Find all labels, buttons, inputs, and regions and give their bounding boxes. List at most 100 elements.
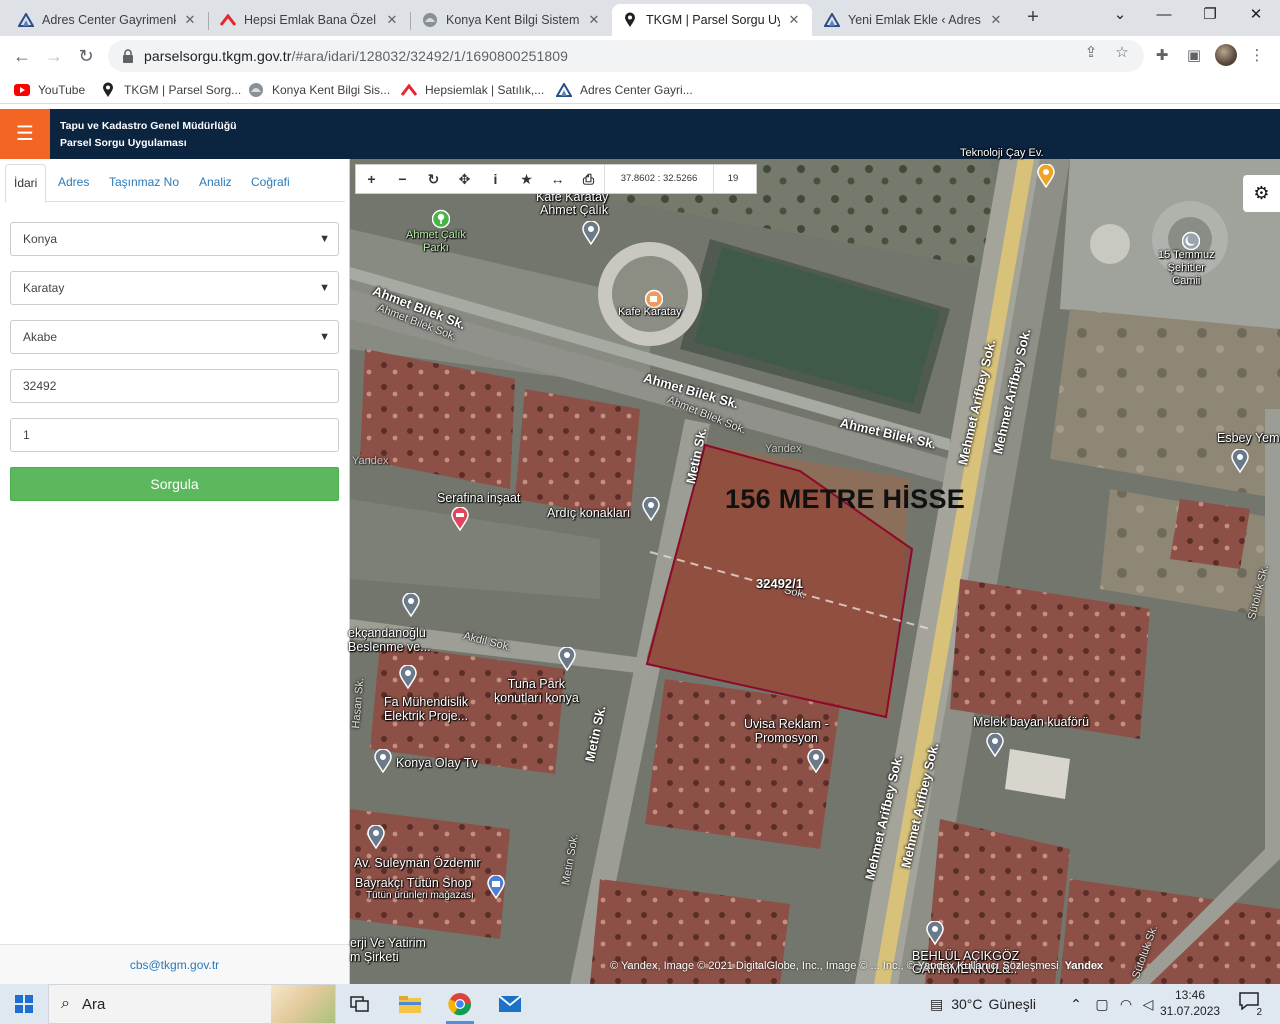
tab-idari[interactable]: İdari <box>5 164 47 203</box>
sorgula-button[interactable]: Sorgula <box>10 467 339 501</box>
parsel-input[interactable]: 1 <box>10 418 339 452</box>
windows-start-icon[interactable] <box>0 984 48 1024</box>
parcel-annotation: 156 METRE HİSSE <box>725 484 966 514</box>
map-label: Bayrakçı Tütün Shop <box>355 876 472 890</box>
task-view-icon[interactable] <box>336 984 384 1024</box>
tab-cografi[interactable]: Coğrafi <box>243 164 298 202</box>
refresh-icon[interactable]: ↻ <box>418 165 449 193</box>
browser-tab[interactable]: Hepsi Emlak Bana Özel ✕ <box>210 4 410 36</box>
browser-tab[interactable]: Adres Center Gayrimenkul ✕ <box>8 4 208 36</box>
location-pin-icon <box>100 82 116 98</box>
chevron-down-icon[interactable]: ⌄ <box>1098 0 1142 32</box>
new-tab-button[interactable]: + <box>1022 6 1044 28</box>
location-pin-icon[interactable] <box>926 921 944 945</box>
bookmark-adres-center[interactable]: Adres Center Gayri... <box>556 81 693 99</box>
zoom-out-button[interactable]: − <box>387 165 418 193</box>
browser-tab[interactable]: Yeni Emlak Ekle ‹ Adres Ce ✕ <box>814 4 1014 36</box>
file-explorer-icon[interactable] <box>386 984 434 1024</box>
location-pin-icon[interactable] <box>402 593 420 617</box>
measure-icon[interactable]: ↔ <box>542 165 573 193</box>
map-label: Melek bayan kuaförü <box>973 715 1090 729</box>
restore-button[interactable]: ❐ <box>1188 0 1232 32</box>
map-label: Konya Olay Tv <box>396 756 478 770</box>
address-bar[interactable]: parselsorgu.tkgm.gov.tr/#ara/idari/12803… <box>108 40 1144 72</box>
shop-pin-icon[interactable] <box>487 875 505 899</box>
bookmark-konya-kbs[interactable]: Konya Kent Bilgi Sis... <box>248 81 390 99</box>
star-icon[interactable]: ☆ <box>1113 44 1131 62</box>
reload-button[interactable]: ↻ <box>74 44 98 68</box>
weather-widget[interactable]: ▤ 30°C Güneşli <box>930 984 1036 1024</box>
bookmark-youtube[interactable]: YouTube <box>14 81 85 99</box>
tab-tasinmaz-no[interactable]: Taşınmaz No <box>101 164 187 202</box>
bookmark-tkgm[interactable]: TKGM | Parsel Sorg... <box>100 81 241 99</box>
location-pin-icon[interactable] <box>642 497 660 521</box>
mail-icon[interactable] <box>486 984 534 1024</box>
tab-adres[interactable]: Adres <box>50 164 97 202</box>
tab-analiz[interactable]: Analiz <box>191 164 240 202</box>
url-text: parselsorgu.tkgm.gov.tr/#ara/idari/12803… <box>144 48 569 64</box>
wifi-icon[interactable]: ◠ <box>1116 984 1136 1024</box>
browser-tab[interactable]: Konya Kent Bilgi Sistemi ✕ <box>412 4 612 36</box>
search-placeholder: Ara <box>81 995 106 1013</box>
avatar[interactable] <box>1215 44 1237 66</box>
bookmark-label: TKGM | Parsel Sorg... <box>124 83 242 97</box>
hamburger-menu-icon[interactable]: ☰ <box>0 109 50 159</box>
parcel-label: 32492/1 <box>756 576 803 591</box>
location-pin-icon[interactable] <box>399 665 417 689</box>
meet-now-icon[interactable]: ▢ <box>1092 984 1112 1024</box>
location-pin-icon[interactable] <box>807 749 825 773</box>
close-icon[interactable]: ✕ <box>786 12 802 28</box>
footer-email-link[interactable]: cbs@tkgm.gov.tr <box>0 944 349 984</box>
print-icon[interactable]: ⎙ <box>573 165 604 193</box>
close-icon[interactable]: ✕ <box>182 12 198 28</box>
bookmark-label: Hepsiemlak | Satılık,... <box>425 83 545 97</box>
location-pin-icon[interactable] <box>374 749 392 773</box>
il-select[interactable]: Konya ▼ <box>10 222 339 256</box>
hotel-pin-icon[interactable] <box>451 507 469 531</box>
mahalle-select[interactable]: Akabe ▼ <box>10 320 339 354</box>
browser-toolbar: ← → ↻ parselsorgu.tkgm.gov.tr/#ara/idari… <box>0 36 1280 76</box>
side-panel-icon[interactable]: ▣ <box>1182 44 1206 68</box>
windows-taskbar: ⌕ Ara ▤ 30°C Güneşli ⌃ ▢ ◠ ◁ 13:46 31.07… <box>0 984 1280 1024</box>
restaurant-pin-icon[interactable] <box>1037 164 1055 188</box>
info-icon[interactable]: i <box>480 165 511 193</box>
close-window-button[interactable]: ✕ <box>1234 0 1278 32</box>
query-tabs: İdari Adres Taşınmaz No Analiz Coğrafi <box>5 164 345 203</box>
location-pin-icon[interactable] <box>582 221 600 245</box>
location-pin-icon[interactable] <box>986 733 1004 757</box>
notification-center[interactable]: 2 <box>1236 992 1262 1018</box>
locate-icon[interactable]: ✥ <box>449 165 480 193</box>
chrome-icon[interactable] <box>436 984 484 1024</box>
close-icon[interactable]: ✕ <box>988 12 1004 28</box>
park-pin-icon[interactable] <box>432 207 450 231</box>
bookmarks-bar: YouTube TKGM | Parsel Sorg... Konya Kent… <box>0 76 1280 104</box>
minimize-button[interactable]: — <box>1142 0 1186 32</box>
bookmark-hepsiemlak[interactable]: Hepsiemlak | Satılık,... <box>401 81 544 99</box>
location-pin-icon[interactable] <box>558 647 576 671</box>
system-clock[interactable]: 13:46 31.07.2023 <box>1160 987 1220 1019</box>
star-icon[interactable]: ★ <box>511 165 542 193</box>
share-icon[interactable]: ⇪ <box>1082 44 1100 62</box>
map-label: Ahmet Çalık <box>540 203 609 217</box>
taskbar-search[interactable]: ⌕ Ara <box>48 984 336 1024</box>
tab-title: Adres Center Gayrimenkul <box>42 13 176 27</box>
ada-input[interactable]: 32492 <box>10 369 339 403</box>
volume-icon[interactable]: ◁ <box>1138 984 1158 1024</box>
close-icon[interactable]: ✕ <box>384 12 400 28</box>
tab-title: Yeni Emlak Ekle ‹ Adres Ce <box>848 13 982 27</box>
location-pin-icon[interactable] <box>367 825 385 849</box>
map-view[interactable] <box>350 159 1280 984</box>
tray-chevron-up-icon[interactable]: ⌃ <box>1066 984 1086 1024</box>
back-button[interactable]: ← <box>10 44 34 68</box>
forward-button[interactable]: → <box>42 44 66 68</box>
ilce-select[interactable]: Karatay ▼ <box>10 271 339 305</box>
gear-icon[interactable]: ⚙ <box>1243 175 1280 212</box>
attribution-text[interactable]: © Yandex, Image © 2021 DigitalGlobe, Inc… <box>610 960 1059 972</box>
query-sidebar: İdari Adres Taşınmaz No Analiz Coğrafi K… <box>0 159 350 984</box>
location-pin-icon[interactable] <box>1231 449 1249 473</box>
extensions-icon[interactable]: ✚ <box>1150 44 1174 68</box>
close-icon[interactable]: ✕ <box>586 12 602 28</box>
menu-dots-icon[interactable]: ⋮ <box>1245 44 1269 68</box>
zoom-in-button[interactable]: + <box>356 165 387 193</box>
browser-tab-active[interactable]: TKGM | Parsel Sorgu Uygu ✕ <box>612 4 812 36</box>
